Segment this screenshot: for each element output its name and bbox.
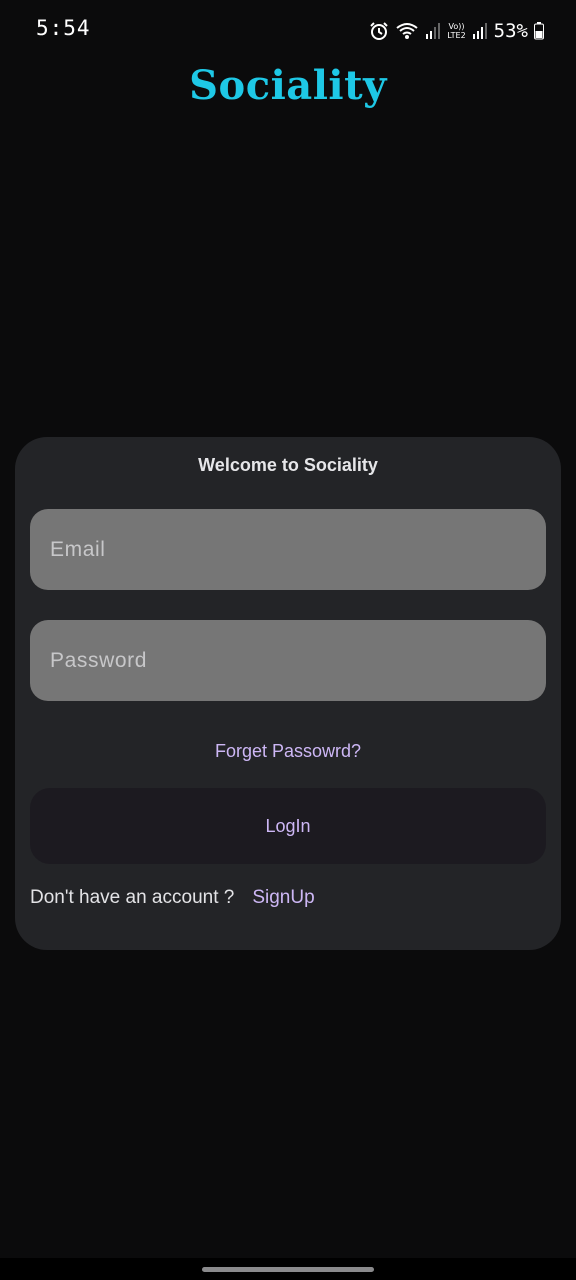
login-button-label: LogIn [265,815,311,836]
email-input[interactable] [48,536,528,563]
home-gesture-handle[interactable] [202,1267,374,1272]
status-bar: 5:54 Vo)) LTE2 53% [0,0,576,60]
email-field[interactable] [30,509,546,590]
alarm-icon [369,21,389,41]
forgot-password-link[interactable]: Forget Passowrd? [15,741,561,762]
signup-prompt: Don't have an account ? [30,887,235,908]
battery-icon [534,22,544,40]
password-field[interactable] [30,620,546,701]
password-input[interactable] [48,647,528,674]
signup-row: Don't have an account ? SignUp [30,887,315,909]
network-label-top: Vo)) [448,22,465,31]
login-card: Welcome to Sociality Forget Passowrd? Lo… [15,437,561,950]
login-button[interactable]: LogIn [30,788,546,864]
network-type-label: Vo)) LTE2 [447,22,465,40]
status-icons: Vo)) LTE2 53% [369,16,544,46]
status-time: 5:54 [36,16,91,40]
network-label-bottom: LTE2 [447,31,466,40]
battery-percent: 53% [493,20,528,42]
card-heading: Welcome to Sociality [198,455,378,475]
signal-icon [472,22,488,40]
signal-icon [425,22,441,40]
signup-link[interactable]: SignUp [252,887,314,909]
wifi-icon [395,21,419,41]
navigation-bar [0,1258,576,1280]
app-title: Sociality [189,62,387,109]
